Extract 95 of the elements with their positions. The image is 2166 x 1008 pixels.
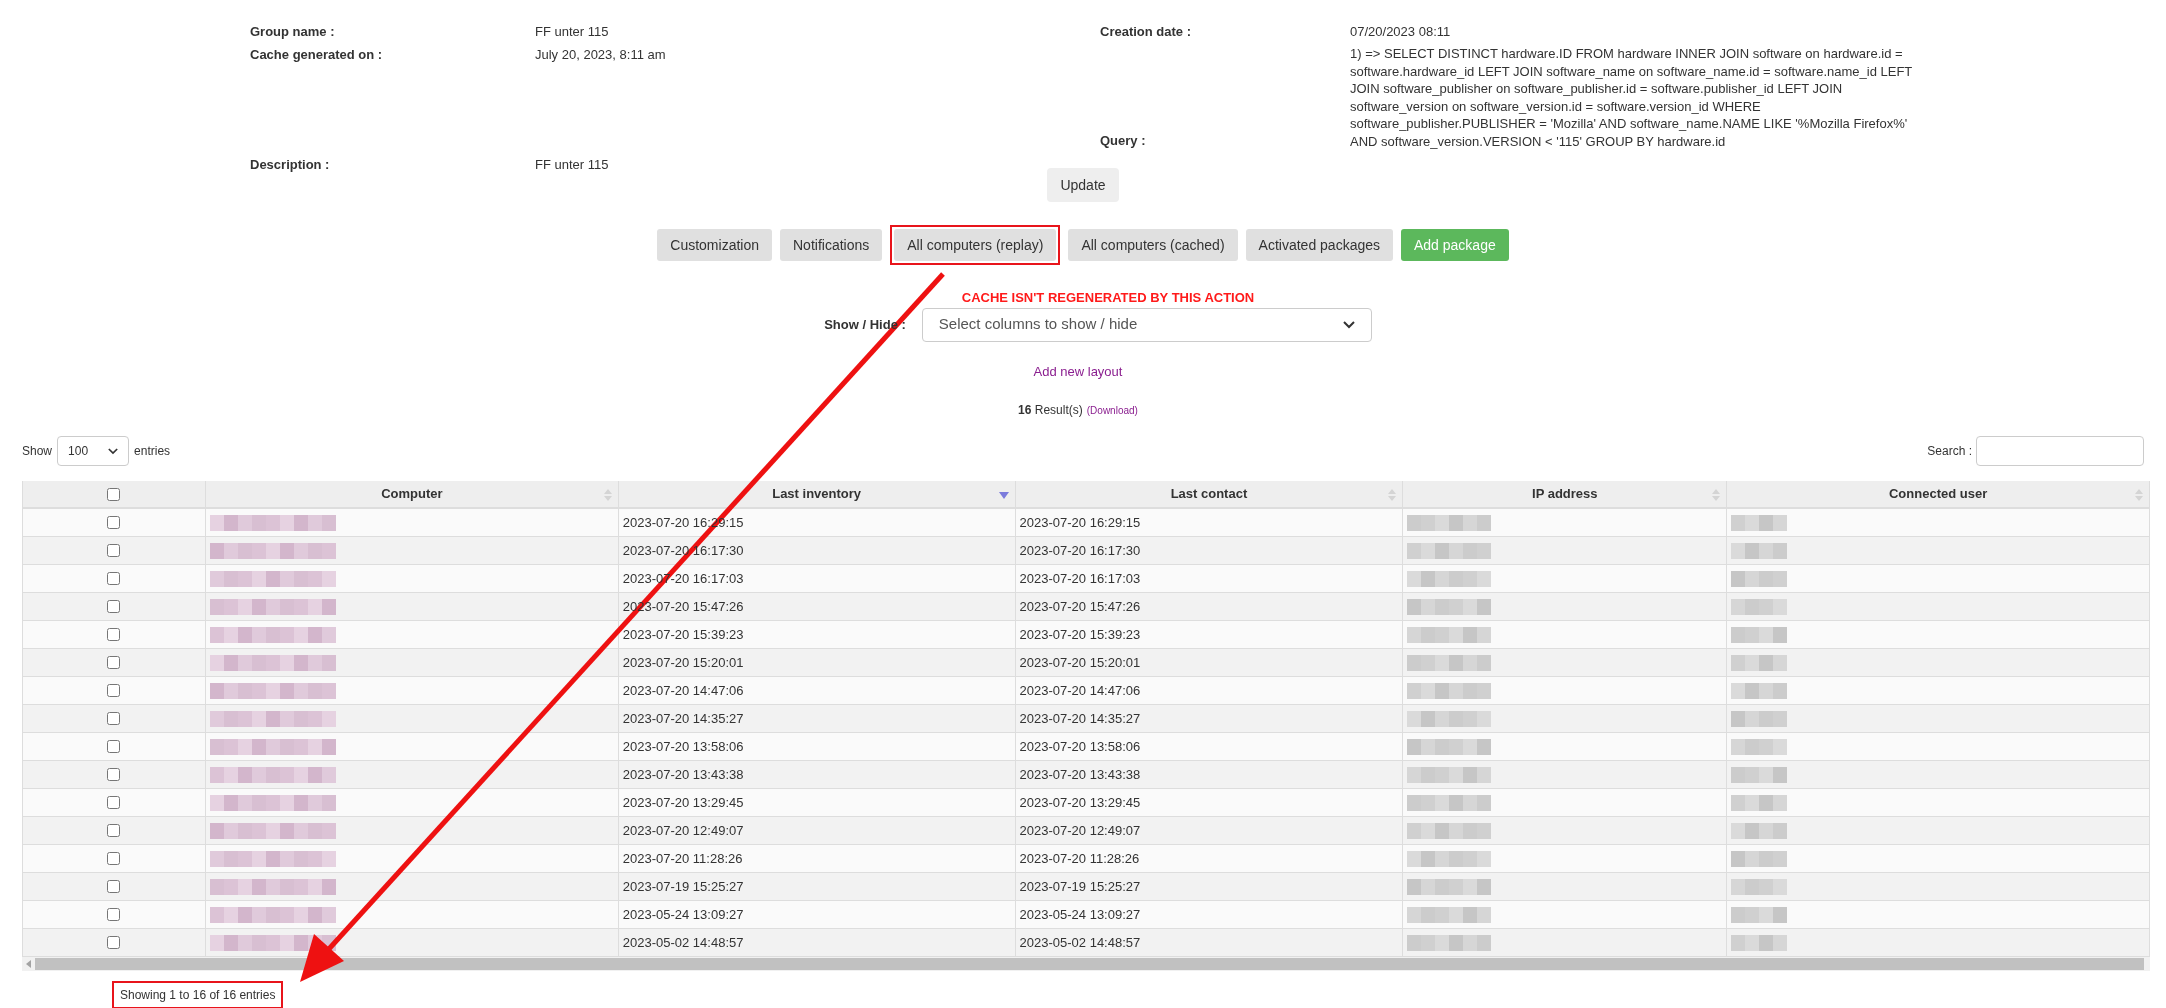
- row-checkbox[interactable]: [107, 712, 121, 725]
- table-cell-text: 2023-05-02 14:48:57: [622, 933, 744, 952]
- table-cell-text: 2023-05-02 14:48:57: [1019, 933, 1141, 952]
- table-cell-text: 2023-07-20 14:47:06: [1019, 681, 1141, 700]
- table-cell-text: 2023-07-20 15:20:01: [1019, 653, 1141, 672]
- field-value: 07/20/2023 08:11: [1350, 23, 1451, 41]
- row-checkbox[interactable]: [107, 824, 121, 837]
- redacted-text: [1731, 850, 1788, 867]
- table-cell-text: 2023-07-20 15:39:23: [1019, 625, 1141, 644]
- table-cell-text: 2023-05-24 13:09:27: [1019, 905, 1141, 924]
- row-checkbox[interactable]: [107, 740, 121, 753]
- table-cell-text: 2023-07-20 13:58:06: [622, 737, 744, 756]
- field-label: Description :: [250, 156, 331, 174]
- redacted-text: [1731, 542, 1788, 559]
- query-text: 1) => SELECT DISTINCT hardware.ID FROM hardware INNER JOIN software on hardware.id = software.hardware_id LEFT JOIN software_name on software_name.id = software.name_id LEFT JOIN software_publisher on software_publisher.id = software.publisher_id LEFT JOIN software_version on software_version.id = software.version_id WHERE software_publisher.PUBLISHER = 'Mozilla' AND software_name.NAME LIKE '%Mozilla Firefox%' AND software_version.VERSION < '115' GROUP BY hardware.id: [1350, 45, 1914, 150]
- table-cell-text: 2023-07-20 16:17:03: [1019, 569, 1141, 588]
- field-label: Query :: [1100, 131, 1147, 150]
- field-value: FF unter 115: [535, 156, 609, 174]
- search-field[interactable]: [1976, 436, 2144, 466]
- table-cell-text: 2023-07-20 11:28:26: [1019, 849, 1140, 868]
- row-checkbox[interactable]: [107, 796, 121, 809]
- tab[interactable]: Activated packages: [1245, 229, 1393, 261]
- redacted-text: [1731, 598, 1788, 615]
- redacted-text: [1731, 654, 1788, 671]
- row-checkbox[interactable]: [107, 628, 121, 641]
- table-cell-text: 2023-07-20 15:47:26: [1019, 597, 1141, 616]
- redacted-text: [1731, 682, 1788, 699]
- table-cell-text: 2023-07-19 15:25:27: [622, 877, 744, 896]
- update-button[interactable]: Update: [1047, 168, 1119, 202]
- row-checkbox[interactable]: [107, 544, 121, 557]
- row-checkbox[interactable]: [107, 908, 121, 921]
- entries-label: Show: [22, 443, 53, 460]
- tab[interactable]: Notifications: [780, 229, 883, 261]
- table-cell-text: 2023-07-20 14:47:06: [622, 681, 744, 700]
- download-link[interactable]: (Download): [1086, 403, 1138, 418]
- sort-descending-icon[interactable]: [998, 492, 1009, 499]
- results-count: 16 Result(s): [1018, 402, 1083, 419]
- add-layout-link[interactable]: Add new layout: [1033, 361, 1123, 381]
- table-cell-text: 2023-07-20 15:39:23: [622, 625, 744, 644]
- row-checkbox[interactable]: [107, 880, 121, 893]
- table-cell-text: 2023-07-20 12:49:07: [622, 821, 744, 840]
- redacted-text: [1731, 822, 1788, 839]
- redacted-text: [1731, 934, 1788, 951]
- table-cell-text: 2023-07-20 13:58:06: [1019, 737, 1141, 756]
- entries-label: entries: [134, 443, 171, 460]
- redacted-text: [1731, 794, 1788, 811]
- warning-text: CACHE ISN'T REGENERATED BY THIS ACTION: [961, 289, 1255, 307]
- row-checkbox[interactable]: [107, 852, 121, 865]
- row-checkbox[interactable]: [107, 656, 121, 669]
- columns-select[interactable]: Select columns to show / hide: [921, 307, 1372, 342]
- table-cell-text: 2023-07-20 16:17:30: [1019, 541, 1141, 560]
- table-cell-text: 2023-07-20 16:17:30: [622, 541, 744, 560]
- entries-info: Showing 1 to 16 of 16 entries: [112, 981, 284, 1008]
- tab[interactable]: Customization: [657, 229, 772, 261]
- row-checkbox[interactable]: [107, 684, 121, 697]
- row-checkbox[interactable]: [107, 516, 121, 529]
- search-label: Search :: [1927, 443, 1972, 460]
- chevron-down-icon: [108, 447, 119, 455]
- field-label: Group name :: [250, 23, 336, 41]
- tab[interactable]: All computers (replay): [894, 229, 1057, 261]
- redacted-text: [1731, 738, 1788, 755]
- chevron-down-icon: [1342, 320, 1355, 329]
- redacted-text: [1731, 514, 1788, 531]
- table-cell-text: 2023-07-20 13:29:45: [1019, 793, 1141, 812]
- field-value: July 20, 2023, 8:11 am: [535, 46, 666, 64]
- field-value: FF unter 115: [535, 23, 609, 41]
- redacted-text: [1731, 570, 1788, 587]
- table-cell-text: 2023-07-20 14:35:27: [622, 709, 744, 728]
- table-cell-text: 2023-07-20 11:28:26: [622, 849, 743, 868]
- page-size-select[interactable]: 100: [57, 436, 130, 466]
- row-checkbox[interactable]: [107, 768, 121, 781]
- table-cell-text: 2023-07-20 16:29:15: [1019, 513, 1141, 532]
- field-label: Cache generated on :: [250, 46, 384, 64]
- redacted-text: [1731, 710, 1788, 727]
- table-cell-text: 2023-05-24 13:09:27: [622, 905, 744, 924]
- table-cell-text: 2023-07-20 15:20:01: [622, 653, 744, 672]
- row-checkbox[interactable]: [107, 936, 121, 949]
- scroll-left-icon: [26, 960, 31, 968]
- horizontal-scrollbar[interactable]: [22, 957, 2150, 971]
- tab[interactable]: All computers (cached): [1068, 229, 1238, 261]
- table-cell-text: 2023-07-20 14:35:27: [1019, 709, 1141, 728]
- row-checkbox[interactable]: [107, 600, 121, 613]
- redacted-text: [1731, 766, 1788, 783]
- redacted-text: [1731, 906, 1788, 923]
- field-label: Creation date :: [1100, 23, 1192, 41]
- select-all-checkbox[interactable]: [107, 487, 121, 501]
- redacted-text: [1731, 878, 1788, 895]
- scroll-thumb[interactable]: [35, 958, 2144, 970]
- table-cell-text: 2023-07-20 13:29:45: [622, 793, 744, 812]
- row-checkbox[interactable]: [107, 572, 121, 585]
- redacted-text: [1731, 626, 1788, 643]
- table-cell-text: 2023-07-20 13:43:38: [622, 765, 744, 784]
- table-cell-text: 2023-07-19 15:25:27: [1019, 877, 1141, 896]
- table-cell-text: 2023-07-20 13:43:38: [1019, 765, 1141, 784]
- table-cell-text: 2023-07-20 12:49:07: [1019, 821, 1141, 840]
